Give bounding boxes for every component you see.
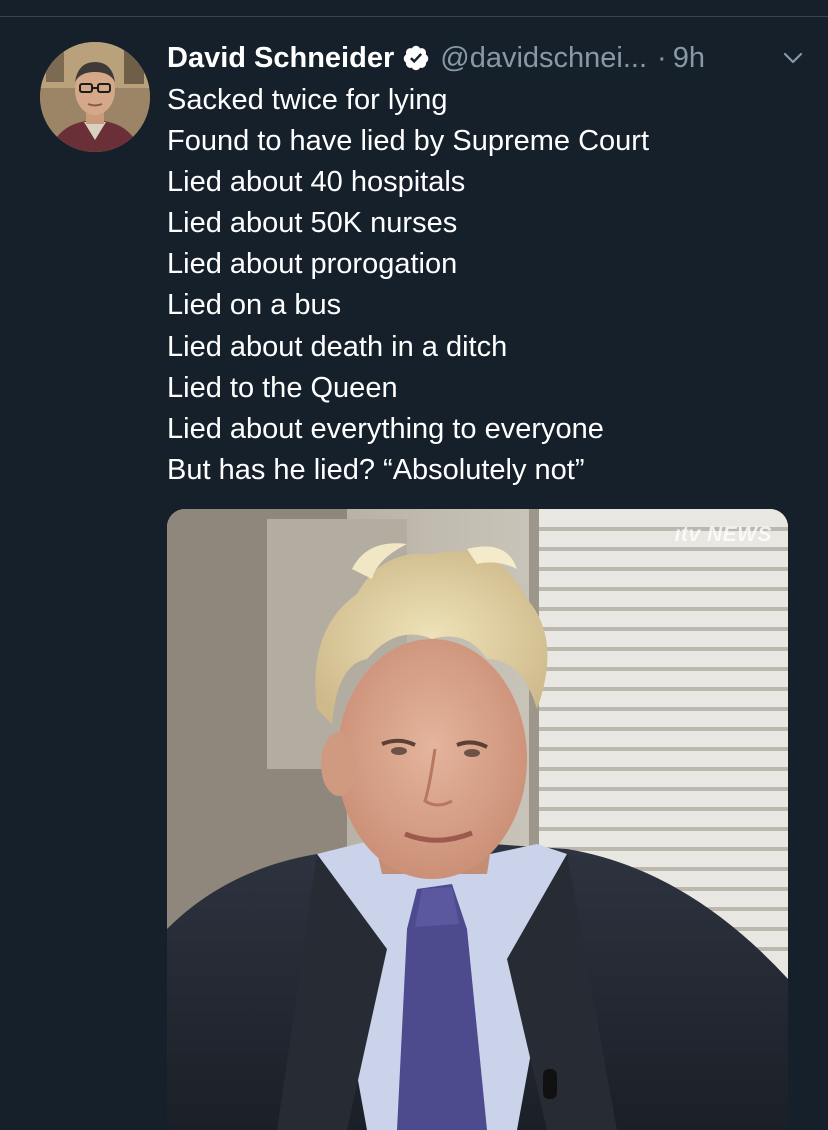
author-handle[interactable]: @davidschnei...	[440, 42, 647, 75]
tweet-line: Lied on a bus	[167, 289, 342, 322]
author-name[interactable]: David Schneider	[167, 42, 394, 75]
tweet-line: Lied about 50K nurses	[167, 207, 458, 240]
tweet-line: Lied to the Queen	[167, 371, 398, 404]
itv-news-watermark: ıtv NEWS	[674, 523, 772, 546]
tweet-media-video[interactable]: ıtv NEWS	[167, 509, 788, 1130]
chevron-down-icon[interactable]	[779, 44, 807, 72]
tweet-header: David Schneider @davidschnei... · 9h	[167, 38, 807, 78]
tweet-line: Lied about everything to everyone	[167, 412, 604, 445]
tweet-line: Lied about prorogation	[167, 248, 458, 281]
timestamp[interactable]: 9h	[673, 42, 705, 75]
avatar[interactable]	[40, 42, 150, 152]
verified-badge-icon	[402, 44, 430, 72]
tweet-line: Lied about 40 hospitals	[167, 166, 466, 199]
tweet-text: Sacked twice for lying Found to have lie…	[167, 80, 807, 491]
tweet-line: Found to have lied by Supreme Court	[167, 125, 649, 158]
tweet-line: Sacked twice for lying	[167, 84, 448, 116]
video-frame	[167, 509, 788, 1130]
tweet-line: But has he lied? “Absolutely not”	[167, 453, 585, 486]
top-divider	[0, 16, 828, 17]
separator-dot: ·	[657, 41, 667, 74]
tweet-line: Lied about death in a ditch	[167, 330, 508, 363]
